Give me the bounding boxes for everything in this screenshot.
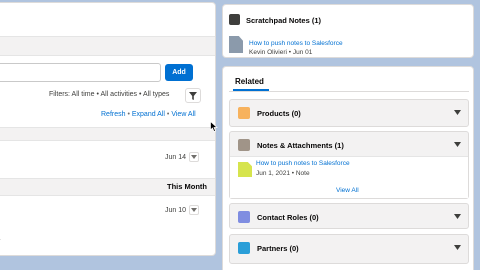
scratchpad-note-meta: Kevin Olivieri • Jun 01 xyxy=(249,49,313,56)
related-list-contact-roles: Contact Roles (0) xyxy=(229,203,469,229)
view-all-link[interactable]: View All xyxy=(171,111,195,118)
related-divider xyxy=(229,91,469,92)
refresh-link[interactable]: Refresh xyxy=(101,111,126,118)
related-list-title[interactable]: Partners (0) xyxy=(257,244,299,253)
mouse-cursor-icon xyxy=(210,121,218,132)
composer-header xyxy=(0,36,215,56)
activity-text: d. xyxy=(0,235,1,242)
activity-links: Refresh • Expand All • View All xyxy=(101,111,196,118)
product-icon xyxy=(238,107,250,119)
notes-list-body: How to push notes to Salesforce Jun 1, 2… xyxy=(230,156,468,198)
related-list-notes: Notes & Attachments (1) How to push note… xyxy=(229,131,469,199)
activity-panel: Add Filters: All time • All activities •… xyxy=(0,2,216,256)
related-card: Related Products (0) Notes & Attachments… xyxy=(222,66,474,270)
related-list-title[interactable]: Notes & Attachments (1) xyxy=(257,141,344,150)
related-list-title[interactable]: Products (0) xyxy=(257,109,301,118)
scratchpad-note-link[interactable]: How to push notes to Salesforce xyxy=(249,40,343,47)
month-header: This Month xyxy=(0,178,215,196)
notes-view-all-link[interactable]: View All xyxy=(336,187,359,194)
scratchpad-icon xyxy=(229,14,240,25)
related-list-products: Products (0) xyxy=(229,99,469,127)
upcoming-header xyxy=(0,127,215,141)
related-list-title[interactable]: Contact Roles (0) xyxy=(257,213,319,222)
attachment-meta: Jun 1, 2021 • Note xyxy=(256,170,310,177)
chevron-down-icon[interactable] xyxy=(452,212,462,220)
activity-date: Jun 14 xyxy=(165,154,187,161)
chevron-down-icon[interactable] xyxy=(452,140,462,148)
activity-item-menu[interactable] xyxy=(189,205,199,215)
activity-item-menu[interactable] xyxy=(189,152,199,162)
scratchpad-card: Scratchpad Notes (1) How to push notes t… xyxy=(222,4,474,58)
activity-date: Jun 10 xyxy=(165,207,187,214)
scratchpad-title[interactable]: Scratchpad Notes (1) xyxy=(246,16,321,25)
filter-icon[interactable] xyxy=(185,88,201,103)
attachment-link[interactable]: How to push notes to Salesforce xyxy=(256,160,350,167)
related-list-partners: Partners (0) xyxy=(229,234,469,264)
month-label: This Month xyxy=(167,182,207,191)
partners-icon xyxy=(238,242,250,254)
note-icon xyxy=(238,162,252,177)
filters-summary: Filters: All time • All activities • All… xyxy=(49,91,170,98)
activity-compose-input[interactable] xyxy=(0,63,161,82)
contact-roles-icon xyxy=(238,211,250,223)
chevron-down-icon[interactable] xyxy=(452,108,462,116)
chevron-down-icon[interactable] xyxy=(452,243,462,251)
notes-icon xyxy=(238,139,250,151)
expand-all-link[interactable]: Expand All xyxy=(132,111,165,118)
related-tab[interactable]: Related xyxy=(235,77,264,86)
add-button[interactable]: Add xyxy=(165,64,193,81)
note-icon xyxy=(229,36,243,53)
